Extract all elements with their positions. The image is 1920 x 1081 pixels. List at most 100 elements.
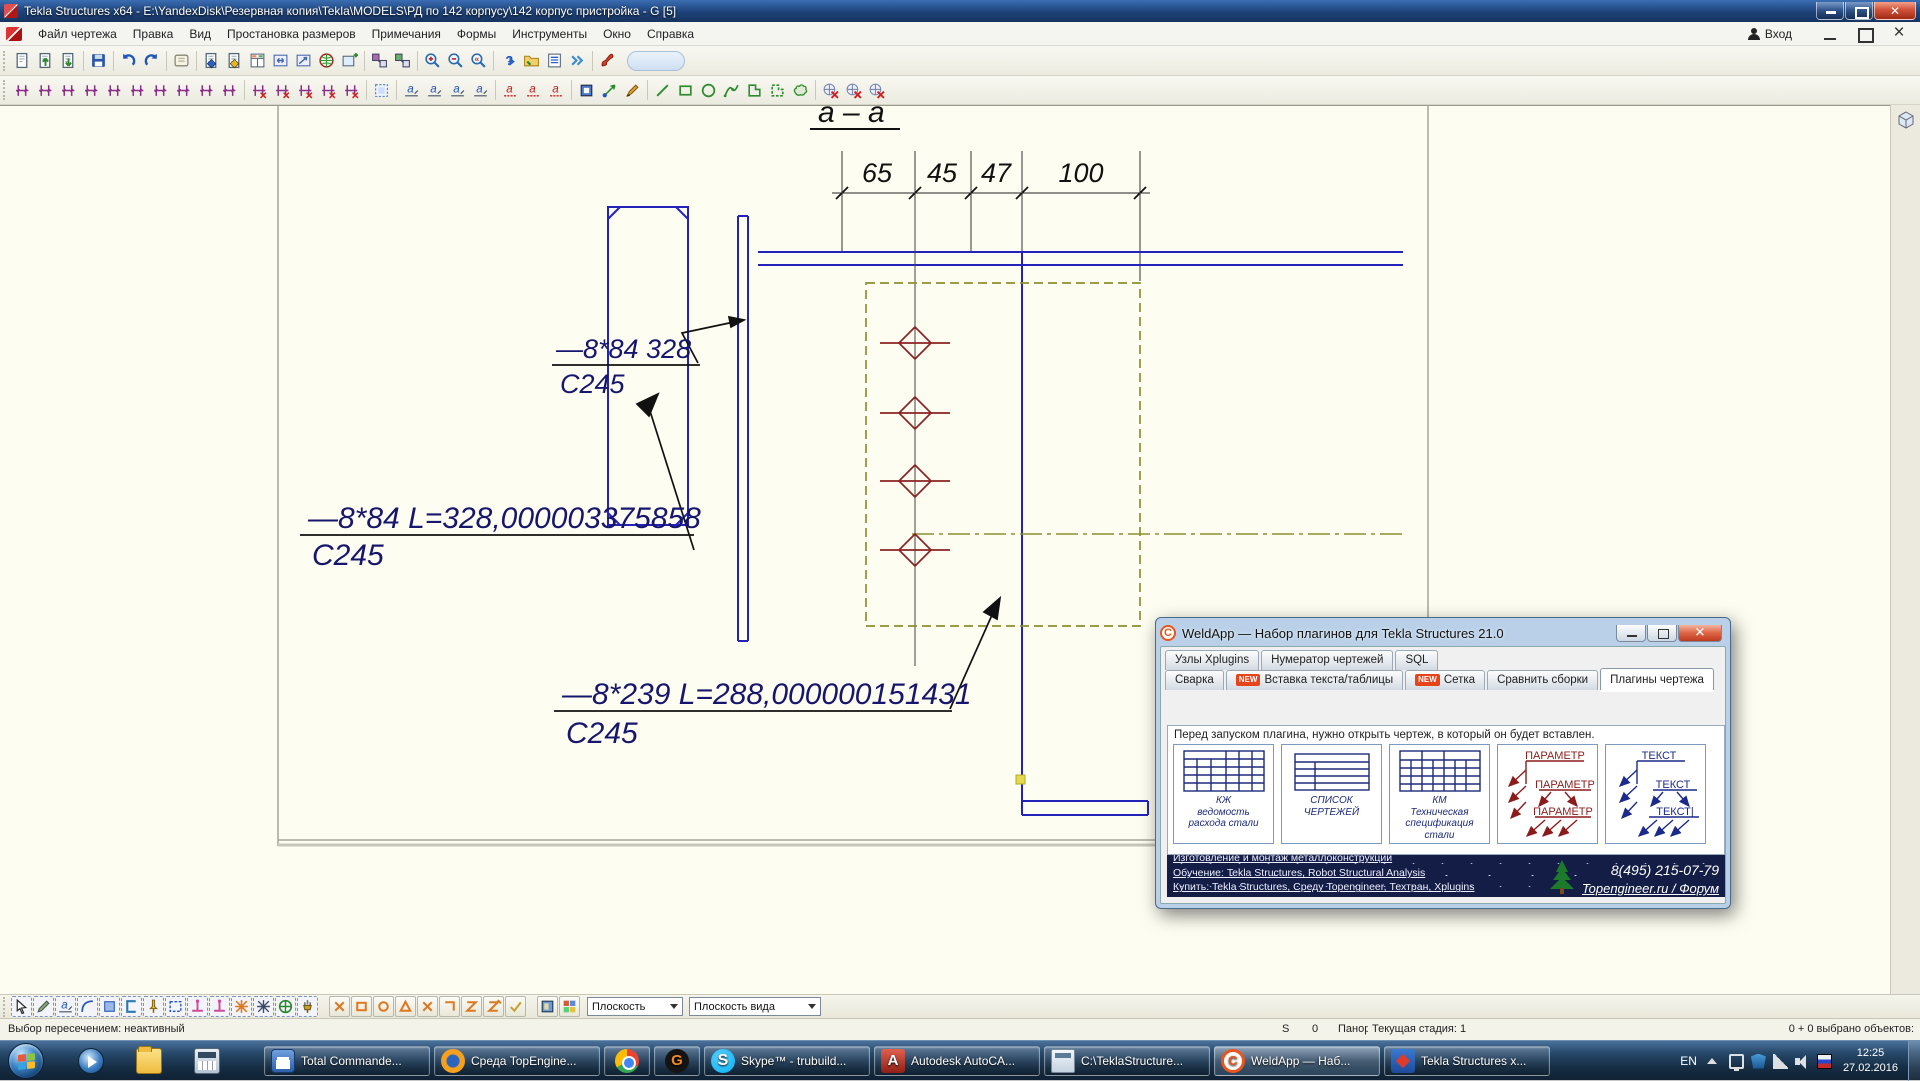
list-icon[interactable]: [543, 49, 566, 72]
text-a-icon[interactable]: a: [55, 996, 76, 1017]
flag-tray-icon[interactable]: [1817, 1054, 1832, 1069]
explorer-taskbar-icon[interactable]: [136, 1048, 162, 1074]
menu-item-1[interactable]: Правка: [125, 23, 182, 45]
pan-icon[interactable]: [292, 49, 315, 72]
weldapp-dialog-titlebar[interactable]: C WeldApp — Набор плагинов для Tekla Str…: [1160, 621, 1726, 645]
menu-item-7[interactable]: Окно: [595, 23, 639, 45]
zoom-out-icon[interactable]: [444, 49, 467, 72]
dim-i-icon[interactable]: [195, 79, 218, 102]
taskbar-clock[interactable]: 12:25 27.02.2016: [1843, 1046, 1898, 1076]
tab-setka[interactable]: NEWСетка: [1405, 670, 1485, 690]
snap-grid-icon[interactable]: [275, 996, 296, 1017]
footer-link-obuchenie[interactable]: Обучение: Tekla Structures, Robot Struct…: [1173, 866, 1475, 880]
o-rect-icon[interactable]: [351, 996, 372, 1017]
toolbar-grip[interactable]: [3, 997, 8, 1017]
snap-pink-b-icon[interactable]: [209, 996, 230, 1017]
snap-orange-icon[interactable]: [231, 996, 252, 1017]
menu-item-3[interactable]: Простановка размеров: [219, 23, 364, 45]
footer-site-link[interactable]: Topengineer.ru / Форум: [1531, 881, 1719, 896]
view-b-icon[interactable]: [559, 996, 580, 1017]
doc-down-icon[interactable]: [57, 49, 80, 72]
dim-a-icon[interactable]: [11, 79, 34, 102]
tab-numerator-chertezhey[interactable]: Нумератор чертежей: [1261, 650, 1393, 670]
floppy-icon[interactable]: [87, 49, 110, 72]
poly-b-icon[interactable]: [766, 79, 789, 102]
window-maximize-button[interactable]: [1845, 2, 1873, 20]
o-tri-icon[interactable]: [395, 996, 416, 1017]
tab-uzly-xplugins[interactable]: Узлы Xplugins: [1165, 650, 1259, 670]
help-icon[interactable]: ?: [497, 49, 520, 72]
chevrons-icon[interactable]: [566, 49, 589, 72]
menu-item-8[interactable]: Справка: [639, 23, 702, 45]
dimx-c-icon[interactable]: [294, 79, 317, 102]
side-pane-strip[interactable]: [1890, 105, 1920, 994]
link-small-icon[interactable]: [598, 79, 621, 102]
arc-icon[interactable]: [77, 996, 98, 1017]
mdi-minimize-button[interactable]: [1818, 24, 1844, 44]
link-a-icon[interactable]: [368, 49, 391, 72]
zoom-back-icon[interactable]: «: [467, 49, 490, 72]
plugin-button-tekst-leaders[interactable]: ТЕКСТ ТЕКСТ ТЕКСТ|: [1605, 744, 1706, 844]
tab-vstavka-teksta[interactable]: NEWВставка текста/таблицы: [1226, 670, 1403, 690]
dimx-d-icon[interactable]: [317, 79, 340, 102]
textr-c-icon[interactable]: a: [545, 79, 568, 102]
o-zx-icon[interactable]: [483, 996, 504, 1017]
taskbar-button-autocad[interactable]: AAutodesk AutoCA...: [874, 1046, 1040, 1076]
window-close-button[interactable]: ✕: [1874, 2, 1916, 20]
text-b-icon[interactable]: a: [423, 79, 446, 102]
menu-item-0[interactable]: Файл чертежа: [30, 23, 125, 45]
doc-up-icon[interactable]: [34, 49, 57, 72]
globe-x2-icon[interactable]: [842, 79, 865, 102]
undo-icon[interactable]: [117, 49, 140, 72]
snap-flake-icon[interactable]: [253, 996, 274, 1017]
tab-plaginy-chertezha[interactable]: Плагины чертежа: [1600, 668, 1714, 690]
tab-sql[interactable]: SQL: [1395, 650, 1438, 670]
pin-icon[interactable]: [143, 996, 164, 1017]
snap-pink-a-icon[interactable]: [187, 996, 208, 1017]
dim-e-icon[interactable]: [103, 79, 126, 102]
dimx-b-icon[interactable]: [271, 79, 294, 102]
tab-svarka[interactable]: Сварка: [1165, 670, 1224, 690]
taskbar-button-winfolder[interactable]: C:\TeklaStructure...: [1044, 1046, 1210, 1076]
volume-tray-icon[interactable]: [1795, 1054, 1810, 1069]
cursor-icon[interactable]: [11, 996, 32, 1017]
yellow-handle[interactable]: [1016, 775, 1025, 784]
login-button[interactable]: Вход: [1748, 27, 1792, 41]
o-corner-icon[interactable]: [439, 996, 460, 1017]
calculator-taskbar-icon[interactable]: [194, 1048, 220, 1074]
spline-icon[interactable]: [720, 79, 743, 102]
taskbar-button-totalcmd[interactable]: Total Commande...: [264, 1046, 430, 1076]
plugin-button-spisok-chertezhey[interactable]: СПИСОК ЧЕРТЕЖЕЙ: [1281, 744, 1382, 844]
menu-item-4[interactable]: Примечания: [364, 23, 449, 45]
taskbar-button-tekla[interactable]: Tekla Structures x...: [1384, 1046, 1550, 1076]
fit-icon[interactable]: [269, 49, 292, 72]
hidden-icons-arrow[interactable]: [1707, 1058, 1717, 1064]
textr-a-icon[interactable]: a: [499, 79, 522, 102]
link-b-icon[interactable]: [391, 49, 414, 72]
o-x-icon[interactable]: [329, 996, 350, 1017]
globe-x-icon[interactable]: [819, 79, 842, 102]
dimension-line[interactable]: 65 45 47 100: [832, 151, 1150, 281]
show-desktop-button[interactable]: [1908, 1041, 1920, 1081]
dialog-close-button[interactable]: ✕: [1678, 625, 1722, 642]
doc-blue-icon[interactable]: [200, 49, 223, 72]
menu-item-2[interactable]: Вид: [181, 23, 219, 45]
view-a-icon[interactable]: [537, 996, 558, 1017]
taskbar-button-weldapp[interactable]: CWeldApp — Наб...: [1214, 1046, 1380, 1076]
plugin-button-kzh-vedomost[interactable]: КЖ ведомость расхода стали: [1173, 744, 1274, 844]
textr-b-icon[interactable]: a: [522, 79, 545, 102]
crop-icon[interactable]: [121, 996, 142, 1017]
dim-j-icon[interactable]: [218, 79, 241, 102]
cloud-icon[interactable]: [789, 79, 812, 102]
menu-item-6[interactable]: Инструменты: [504, 23, 595, 45]
taskbar-button-skype[interactable]: SSkype™ - trubuild...: [704, 1046, 870, 1076]
reference-cube-icon[interactable]: [1897, 111, 1915, 129]
display-tray-icon[interactable]: [1729, 1054, 1744, 1069]
folder-icon[interactable]: [520, 49, 543, 72]
dimx-e-icon[interactable]: [340, 79, 363, 102]
doc-new-icon[interactable]: [11, 49, 34, 72]
circle-icon[interactable]: [697, 79, 720, 102]
rect-icon[interactable]: [674, 79, 697, 102]
plug-icon[interactable]: [297, 996, 318, 1017]
dim-d-icon[interactable]: [80, 79, 103, 102]
